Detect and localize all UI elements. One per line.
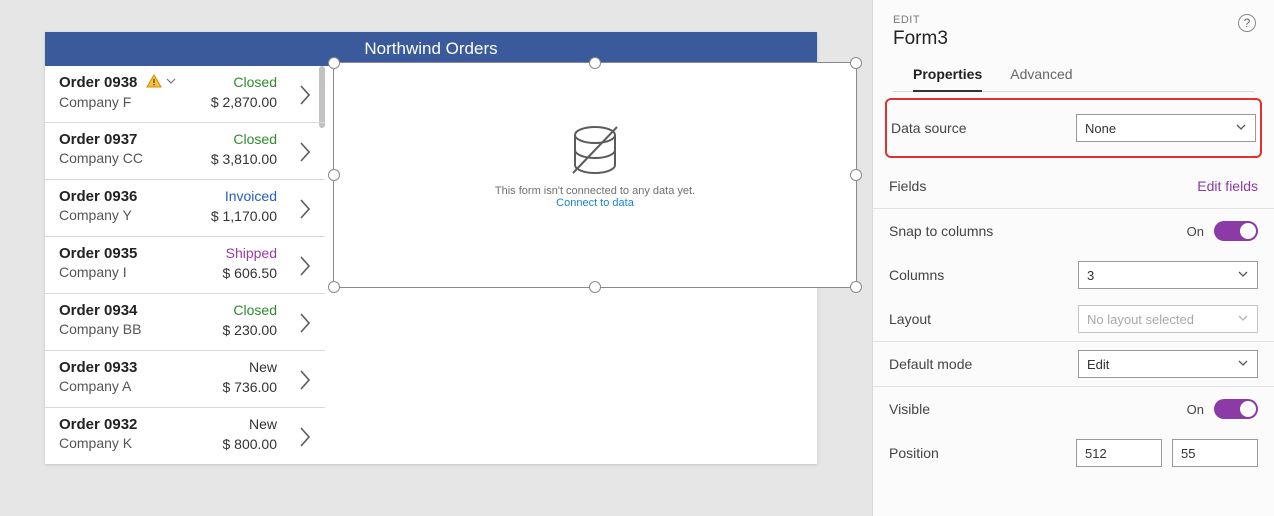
app-canvas: Northwind Orders Order 0938 Company FClo…	[45, 32, 817, 464]
columns-value: 3	[1087, 268, 1094, 283]
chevron-right-icon[interactable]	[293, 80, 317, 110]
resize-handle-sw[interactable]	[328, 281, 340, 293]
order-price: $ 800.00	[223, 436, 278, 452]
fields-label: Fields	[889, 178, 926, 194]
order-row[interactable]: Order 0935 Company IShipped$ 606.50	[45, 237, 325, 294]
app-title-bar: Northwind Orders	[45, 32, 817, 66]
chevron-down-icon	[1237, 357, 1249, 372]
layout-select[interactable]: No layout selected	[1078, 305, 1258, 333]
data-source-label: Data source	[891, 120, 966, 136]
order-status: Closed	[233, 74, 277, 90]
warning-icon	[146, 74, 162, 92]
resize-handle-ne[interactable]	[850, 57, 862, 69]
order-row[interactable]: Order 0933 Company ANew$ 736.00	[45, 351, 325, 408]
data-source-highlight: Data source None	[885, 98, 1262, 158]
resize-handle-s[interactable]	[589, 281, 601, 293]
data-source-select[interactable]: None	[1076, 114, 1256, 142]
empty-form-placeholder: This form isn't connected to any data ye…	[334, 125, 856, 209]
edit-fields-link[interactable]: Edit fields	[1197, 178, 1258, 194]
order-status: New	[249, 416, 277, 432]
chevron-down-icon	[1237, 268, 1249, 283]
database-icon	[565, 125, 625, 177]
order-status: Closed	[233, 302, 277, 318]
form-region[interactable]: This form isn't connected to any data ye…	[333, 62, 857, 288]
resize-handle-e[interactable]	[850, 169, 862, 181]
edit-label: EDIT	[893, 14, 1254, 26]
order-price: $ 2,870.00	[211, 94, 277, 110]
visible-label: Visible	[889, 401, 930, 417]
form-name: Form3	[893, 28, 1254, 50]
snap-to-columns-toggle[interactable]	[1214, 221, 1258, 241]
order-row[interactable]: Order 0932 Company KNew$ 800.00	[45, 408, 325, 464]
default-mode-select[interactable]: Edit	[1078, 350, 1258, 378]
order-row[interactable]: Order 0934 Company BBClosed$ 230.00	[45, 294, 325, 351]
order-price: $ 1,170.00	[211, 208, 277, 224]
chevron-right-icon[interactable]	[293, 137, 317, 167]
default-mode-label: Default mode	[889, 356, 972, 372]
properties-pane: EDIT Form3 ? Properties Advanced Data so…	[872, 0, 1274, 516]
snap-to-columns-label: Snap to columns	[889, 223, 993, 239]
resize-handle-nw[interactable]	[328, 57, 340, 69]
position-y-input[interactable]	[1172, 439, 1258, 467]
order-row[interactable]: Order 0936 Company YInvoiced$ 1,170.00	[45, 180, 325, 237]
chevron-down-icon	[1237, 312, 1249, 327]
order-status: Invoiced	[225, 188, 277, 204]
columns-select[interactable]: 3	[1078, 261, 1258, 289]
columns-label: Columns	[889, 267, 944, 283]
chevron-right-icon[interactable]	[293, 251, 317, 281]
chevron-down-icon[interactable]	[164, 74, 178, 92]
chevron-right-icon[interactable]	[293, 308, 317, 338]
order-row[interactable]: Order 0938 Company FClosed$ 2,870.00	[45, 66, 325, 123]
order-status: Closed	[233, 131, 277, 147]
order-price: $ 606.50	[223, 265, 278, 281]
layout-value: No layout selected	[1087, 312, 1194, 327]
app-title: Northwind Orders	[364, 39, 497, 58]
position-x-input[interactable]	[1076, 439, 1162, 467]
resize-handle-se[interactable]	[850, 281, 862, 293]
visible-state: On	[1187, 402, 1204, 417]
snap-state: On	[1187, 224, 1204, 239]
chevron-right-icon[interactable]	[293, 422, 317, 452]
visible-toggle[interactable]	[1214, 399, 1258, 419]
help-icon[interactable]: ?	[1238, 14, 1256, 32]
order-price: $ 736.00	[223, 379, 278, 395]
connect-to-data-link[interactable]: Connect to data	[334, 197, 856, 209]
default-mode-value: Edit	[1087, 357, 1109, 372]
layout-label: Layout	[889, 311, 931, 327]
data-source-value: None	[1085, 121, 1116, 136]
property-tabs: Properties Advanced	[893, 66, 1254, 92]
chevron-down-icon	[1235, 121, 1247, 136]
empty-form-text: This form isn't connected to any data ye…	[334, 185, 856, 197]
order-price: $ 230.00	[223, 322, 278, 338]
order-price: $ 3,810.00	[211, 151, 277, 167]
chevron-right-icon[interactable]	[293, 365, 317, 395]
order-row[interactable]: Order 0937 Company CCClosed$ 3,810.00	[45, 123, 325, 180]
tab-advanced[interactable]: Advanced	[1010, 66, 1072, 91]
orders-gallery[interactable]: Order 0938 Company FClosed$ 2,870.00Orde…	[45, 66, 325, 464]
resize-handle-n[interactable]	[589, 57, 601, 69]
position-label: Position	[889, 445, 939, 461]
order-status: Shipped	[226, 245, 277, 261]
properties-header: EDIT Form3 ? Properties Advanced	[873, 0, 1274, 92]
order-status: New	[249, 359, 277, 375]
resize-handle-w[interactable]	[328, 169, 340, 181]
tab-properties[interactable]: Properties	[913, 66, 982, 92]
chevron-right-icon[interactable]	[293, 194, 317, 224]
